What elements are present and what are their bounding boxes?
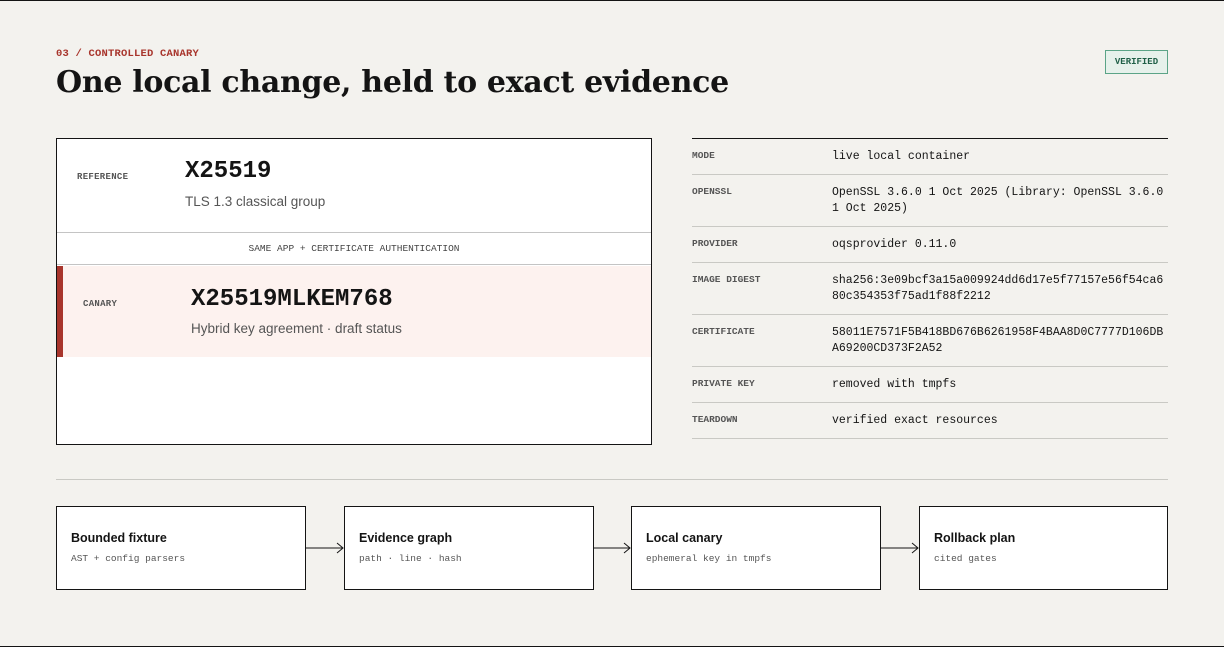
pipeline-step-local-canary: Local canary ephemeral key in tmpfs	[631, 506, 881, 590]
section-eyebrow: 03 / CONTROLLED CANARY	[56, 48, 200, 60]
pipeline-step-bounded-fixture: Bounded fixture AST + config parsers	[56, 506, 306, 590]
fact-value: 58011E7571F5B418BD676B6261958F4BAA8D0C77…	[832, 326, 1164, 355]
fact-row: TEARDOWN verified exact resources	[692, 403, 1168, 439]
fact-row: PROVIDER oqsprovider 0.11.0	[692, 227, 1168, 263]
canary-block: CANARY X25519MLKEM768 Hybrid key agreeme…	[57, 266, 651, 357]
fact-value: oqsprovider 0.11.0	[832, 238, 957, 251]
fact-row: IMAGE DIGEST sha256:3e09bcf3a15a009924dd…	[692, 263, 1168, 315]
reference-code: X25519	[185, 158, 272, 185]
fact-key: PRIVATE KEY	[692, 378, 755, 389]
fact-key: MODE	[692, 150, 715, 161]
fact-row: CERTIFICATE 58011E7571F5B418BD676B626195…	[692, 315, 1168, 367]
arrow-right-icon	[306, 542, 344, 554]
canary-label: CANARY	[83, 299, 118, 309]
fact-value: removed with tmpfs	[832, 378, 957, 391]
fact-value: OpenSSL 3.6.0 1 Oct 2025 (Library: OpenS…	[832, 186, 1164, 215]
step-subtitle: cited gates	[934, 553, 997, 564]
fact-row: MODE live local container	[692, 139, 1168, 175]
fact-key: OPENSSL	[692, 186, 732, 197]
step-title: Rollback plan	[934, 531, 1016, 545]
fact-key: PROVIDER	[692, 238, 738, 249]
comparison-panel: REFERENCE X25519 TLS 1.3 classical group…	[56, 138, 652, 445]
fact-value: sha256:3e09bcf3a15a009924dd6d17e5f77157e…	[832, 274, 1164, 303]
reference-block: REFERENCE X25519 TLS 1.3 classical group	[57, 139, 651, 232]
step-subtitle: AST + config parsers	[71, 553, 186, 564]
step-title: Evidence graph	[359, 531, 453, 545]
pipeline-step-rollback-plan: Rollback plan cited gates	[919, 506, 1168, 590]
fact-row: PRIVATE KEY removed with tmpfs	[692, 367, 1168, 403]
fact-key: CERTIFICATE	[692, 326, 755, 337]
fact-value: live local container	[832, 150, 971, 163]
reference-label: REFERENCE	[77, 172, 129, 182]
step-title: Local canary	[646, 531, 723, 545]
step-subtitle: path · line · hash	[359, 553, 462, 564]
fact-row: OPENSSL OpenSSL 3.6.0 1 Oct 2025 (Librar…	[692, 175, 1168, 227]
fact-value: verified exact resources	[832, 414, 998, 427]
canary-code: X25519MLKEM768	[191, 286, 393, 313]
canary-description: Hybrid key agreement · draft status	[191, 321, 402, 336]
step-subtitle: ephemeral key in tmpfs	[646, 553, 772, 564]
step-title: Bounded fixture	[71, 531, 167, 545]
facts-table: MODE live local container OPENSSL OpenSS…	[692, 138, 1168, 439]
fact-key: TEARDOWN	[692, 414, 738, 425]
reference-description: TLS 1.3 classical group	[185, 194, 326, 209]
status-badge: VERIFIED	[1105, 50, 1168, 74]
section-divider	[56, 479, 1168, 480]
comparison-separator: SAME APP + CERTIFICATE AUTHENTICATION	[57, 232, 651, 265]
fact-key: IMAGE DIGEST	[692, 274, 761, 285]
arrow-right-icon	[881, 542, 919, 554]
page-title: One local change, held to exact evidence	[56, 65, 729, 100]
arrow-right-icon	[593, 542, 631, 554]
pipeline-step-evidence-graph: Evidence graph path · line · hash	[344, 506, 594, 590]
